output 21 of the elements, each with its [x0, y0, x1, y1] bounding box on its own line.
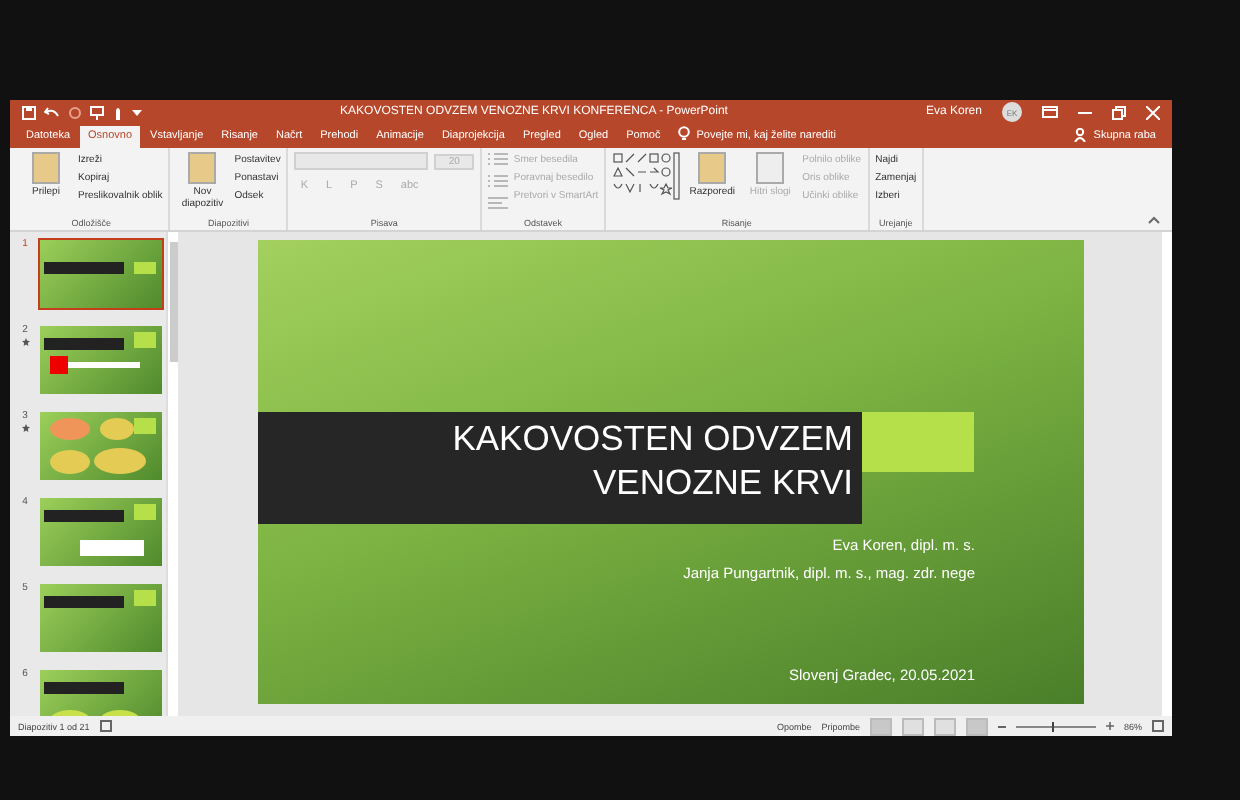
collapse-icon[interactable] [1148, 216, 1160, 224]
font-name-field[interactable] [294, 152, 429, 170]
save-icon[interactable] [22, 105, 36, 119]
zoom-in-icon[interactable] [1105, 722, 1114, 730]
person-icon[interactable] [1073, 128, 1086, 142]
close-icon[interactable] [1146, 105, 1160, 119]
scrollbar[interactable] [166, 232, 178, 716]
fit-slide-icon[interactable] [1152, 720, 1164, 732]
restore-icon[interactable] [1112, 105, 1126, 119]
presentation-icon[interactable] [90, 105, 104, 119]
undo-icon[interactable] [44, 105, 60, 119]
scrollbar[interactable] [1162, 232, 1172, 716]
shapes-gallery-icon[interactable] [612, 152, 681, 200]
ribbon-options-icon[interactable] [1042, 106, 1058, 118]
lightbulb-icon [678, 126, 691, 142]
customize-icon[interactable] [132, 108, 142, 116]
minimize-icon[interactable] [1078, 111, 1092, 113]
accent-block [861, 412, 973, 472]
slide-thumbnail[interactable] [38, 238, 164, 310]
accessibility-icon[interactable] [99, 720, 114, 732]
slide-title: KAKOVOSTEN ODVZEM VENOZNE KRVI [257, 412, 861, 524]
